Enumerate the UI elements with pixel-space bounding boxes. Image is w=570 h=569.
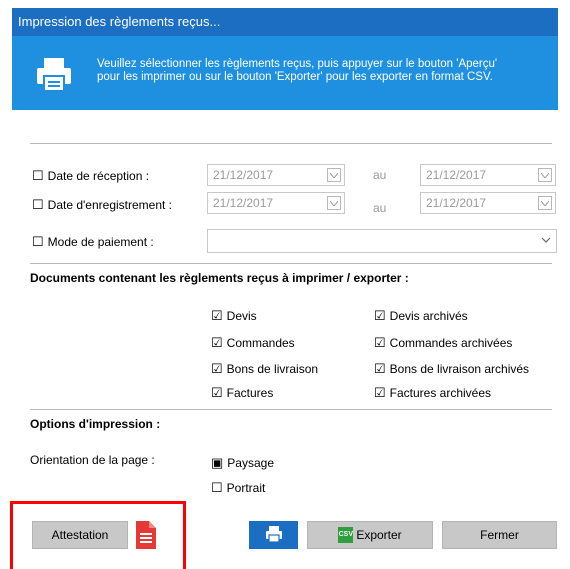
reception-from-date[interactable]: 21/12/2017: [207, 164, 345, 186]
banner-line-2: pour les imprimer ou sur le bouton 'Expo…: [97, 71, 493, 83]
banner-message: Veuillez sélectionner les règlements reç…: [97, 58, 557, 84]
doc-factures-archivees[interactable]: ☑ Factures archivées: [374, 385, 491, 401]
doc-factures-archivees-label: Factures archivées: [389, 386, 492, 400]
orientation-paysage-label: Paysage: [227, 456, 274, 470]
checkbox-checked-icon[interactable]: ☑: [374, 361, 386, 376]
doc-bons-livraison-label: Bons de livraison: [226, 362, 319, 376]
reception-checkbox-row[interactable]: ☐ Date de réception :: [32, 168, 149, 184]
orientation-portrait-label: Portrait: [226, 481, 266, 495]
mode-checkbox-row[interactable]: ☐ Mode de paiement :: [32, 234, 154, 250]
checkbox-checked-icon[interactable]: ☑: [374, 335, 386, 350]
options-title: Options d'impression :: [30, 417, 161, 431]
reception-from-value: 21/12/2017: [213, 168, 274, 182]
reception-checkbox[interactable]: ☐: [32, 168, 44, 183]
checkbox-checked-icon[interactable]: ☑: [374, 308, 386, 323]
reception-label: Date de réception :: [47, 169, 150, 183]
doc-bons-livraison-archives-label: Bons de livraison archivés: [389, 362, 530, 376]
orientation-paysage[interactable]: ▣ Paysage: [211, 455, 274, 471]
options-divider: [30, 409, 552, 410]
top-divider: [30, 143, 552, 144]
checkbox-checked-icon[interactable]: ☑: [211, 335, 223, 350]
radio-selected-icon[interactable]: ▣: [211, 455, 223, 470]
mode-checkbox[interactable]: ☐: [32, 234, 44, 249]
doc-bons-livraison[interactable]: ☑ Bons de livraison: [211, 361, 318, 377]
reception-to-value: 21/12/2017: [426, 168, 487, 182]
documents-divider: [30, 263, 552, 264]
doc-commandes-label: Commandes: [226, 336, 295, 350]
doc-factures-label: Factures: [226, 386, 274, 400]
enregistrement-checkbox-row[interactable]: ☐ Date d'enregistrement :: [32, 197, 172, 213]
chevron-down-icon[interactable]: [540, 234, 552, 249]
fermer-button[interactable]: Fermer: [442, 521, 557, 549]
exporter-button-label: Exporter: [356, 528, 402, 542]
documents-title: Documents contenant les règlements reçus…: [30, 271, 409, 285]
window-title: Impression des règlements reçus...: [18, 14, 221, 29]
enregistrement-label: Date d'enregistrement :: [47, 198, 173, 212]
doc-devis-archives-label: Devis archivés: [389, 309, 468, 323]
doc-commandes[interactable]: ☑ Commandes: [211, 335, 295, 351]
printer-icon: [265, 525, 283, 546]
chevron-down-icon[interactable]: [327, 168, 341, 182]
printer-icon: [36, 56, 72, 95]
mode-paiement-select[interactable]: [207, 229, 557, 253]
doc-bons-livraison-archives[interactable]: ☑ Bons de livraison archivés: [374, 361, 529, 377]
enregistrement-to-label: au: [373, 201, 387, 215]
doc-commandes-archivees-label: Commandes archivées: [389, 336, 513, 350]
checkbox-checked-icon[interactable]: ☑: [211, 385, 223, 400]
enregistrement-to-value: 21/12/2017: [426, 196, 487, 210]
doc-devis[interactable]: ☑ Devis: [211, 308, 257, 324]
reception-to-label: au: [373, 168, 387, 182]
doc-devis-label: Devis: [226, 309, 257, 323]
doc-devis-archives[interactable]: ☑ Devis archivés: [374, 308, 468, 324]
enregistrement-checkbox[interactable]: ☐: [32, 197, 44, 212]
fermer-button-label: Fermer: [480, 528, 519, 542]
enregistrement-from-value: 21/12/2017: [213, 196, 274, 210]
checkbox-checked-icon[interactable]: ☑: [374, 385, 386, 400]
csv-icon: CSV: [338, 527, 354, 543]
checkbox-checked-icon[interactable]: ☑: [211, 308, 223, 323]
banner-line-1: Veuillez sélectionner les règlements reç…: [97, 58, 498, 70]
mode-label: Mode de paiement :: [47, 235, 154, 249]
doc-commandes-archivees[interactable]: ☑ Commandes archivées: [374, 335, 512, 351]
doc-factures[interactable]: ☑ Factures: [211, 385, 273, 401]
window-title-bar: Impression des règlements reçus...: [12, 8, 558, 36]
chevron-down-icon[interactable]: [538, 196, 552, 210]
exporter-button[interactable]: CSV Exporter: [307, 521, 433, 549]
radio-unselected-icon[interactable]: ☐: [211, 480, 223, 495]
apercu-print-button[interactable]: [249, 521, 298, 549]
checkbox-checked-icon[interactable]: ☑: [211, 361, 223, 376]
chevron-down-icon[interactable]: [538, 168, 552, 182]
highlight-frame: [10, 501, 186, 569]
orientation-portrait[interactable]: ☐ Portrait: [211, 480, 265, 496]
enregistrement-from-date[interactable]: 21/12/2017: [207, 192, 345, 214]
orientation-label: Orientation de la page :: [30, 453, 155, 467]
info-banner: Veuillez sélectionner les règlements reç…: [12, 36, 558, 110]
reception-to-date[interactable]: 21/12/2017: [420, 164, 556, 186]
enregistrement-to-date[interactable]: 21/12/2017: [420, 192, 556, 214]
chevron-down-icon[interactable]: [327, 196, 341, 210]
